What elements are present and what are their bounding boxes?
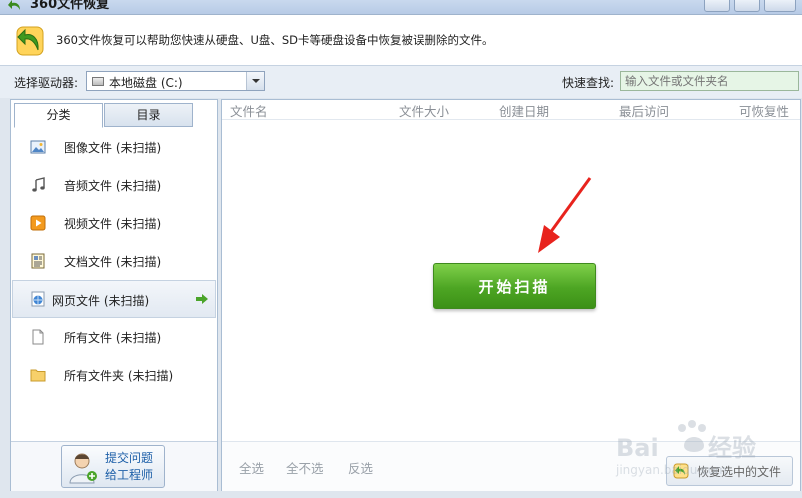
column-filename[interactable]: 文件名	[230, 101, 268, 120]
dropdown-arrow-button[interactable]	[246, 72, 264, 90]
chevron-down-icon	[252, 79, 260, 83]
restore-selected-button[interactable]: 恢复选中的文件	[666, 456, 793, 486]
restore-button-label: 恢复选中的文件	[697, 465, 782, 479]
search-input[interactable]	[620, 71, 799, 91]
window-title: 360文件恢复	[30, 0, 110, 12]
category-label: 网页文件 (未扫描)	[52, 294, 150, 308]
category-label: 图像文件 (未扫描)	[64, 141, 162, 155]
back-arrow-icon	[8, 0, 20, 10]
drive-value: 本地磁盘 (C:)	[109, 76, 183, 90]
engineer-avatar-icon	[69, 453, 97, 484]
title-bar	[0, 0, 802, 15]
invert-selection-link[interactable]: 反选	[348, 458, 373, 477]
web-file-icon	[31, 291, 45, 307]
search-label: 快速查找:	[562, 76, 615, 90]
close-button[interactable]	[764, 0, 796, 12]
drive-label: 选择驱动器:	[14, 76, 79, 90]
category-item-documents[interactable]: 文档文件 (未扫描)	[12, 243, 216, 279]
image-file-icon	[30, 140, 46, 154]
folder-icon	[30, 369, 46, 382]
disk-icon	[92, 77, 104, 86]
category-item-all-folders[interactable]: 所有文件夹 (未扫描)	[12, 357, 216, 393]
category-item-video[interactable]: 视频文件 (未扫描)	[12, 205, 216, 241]
engineer-line-1: 提交问题	[105, 451, 154, 465]
column-created[interactable]: 创建日期	[499, 101, 549, 120]
green-right-arrow-icon	[196, 294, 208, 304]
column-recoverability[interactable]: 可恢复性	[739, 101, 789, 120]
engineer-button-label: 提交问题 给工程师	[105, 450, 153, 484]
document-file-icon	[31, 253, 45, 269]
category-label: 视频文件 (未扫描)	[64, 217, 162, 231]
category-label: 文档文件 (未扫描)	[64, 255, 162, 269]
tab-category[interactable]: 分类	[14, 103, 103, 128]
recover-arrow-logo	[16, 26, 44, 56]
category-label: 音频文件 (未扫描)	[64, 179, 162, 193]
drive-select[interactable]: 本地磁盘 (C:)	[86, 71, 265, 91]
category-item-images[interactable]: 图像文件 (未扫描)	[12, 129, 216, 165]
restore-arrow-icon	[673, 463, 689, 479]
submit-to-engineer-button[interactable]: 提交问题 给工程师	[61, 445, 165, 488]
column-last-access[interactable]: 最后访问	[619, 101, 669, 120]
maximize-button[interactable]	[734, 0, 760, 12]
music-note-icon	[32, 177, 45, 192]
engineer-line-2: 给工程师	[105, 468, 154, 482]
video-file-icon	[30, 215, 46, 231]
category-label: 所有文件夹 (未扫描)	[64, 369, 174, 383]
tab-directory[interactable]: 目录	[104, 103, 193, 127]
select-all-link[interactable]: 全选	[239, 458, 264, 477]
start-scan-button[interactable]: 开始扫描	[433, 263, 596, 309]
banner-text: 360文件恢复可以帮助您快速从硬盘、U盘、SD卡等硬盘设备中恢复被误删除的文件。	[56, 33, 494, 47]
minimize-button[interactable]	[704, 0, 730, 12]
select-none-link[interactable]: 全不选	[286, 458, 324, 477]
red-pointer-arrow	[538, 177, 592, 253]
blank-file-icon	[32, 329, 44, 345]
header-divider	[222, 119, 800, 120]
category-item-audio[interactable]: 音频文件 (未扫描)	[12, 167, 216, 203]
category-item-web[interactable]: 网页文件 (未扫描)	[12, 280, 216, 318]
column-filesize[interactable]: 文件大小	[399, 101, 449, 120]
category-label: 所有文件 (未扫描)	[64, 331, 162, 345]
category-item-all-files[interactable]: 所有文件 (未扫描)	[12, 319, 216, 355]
